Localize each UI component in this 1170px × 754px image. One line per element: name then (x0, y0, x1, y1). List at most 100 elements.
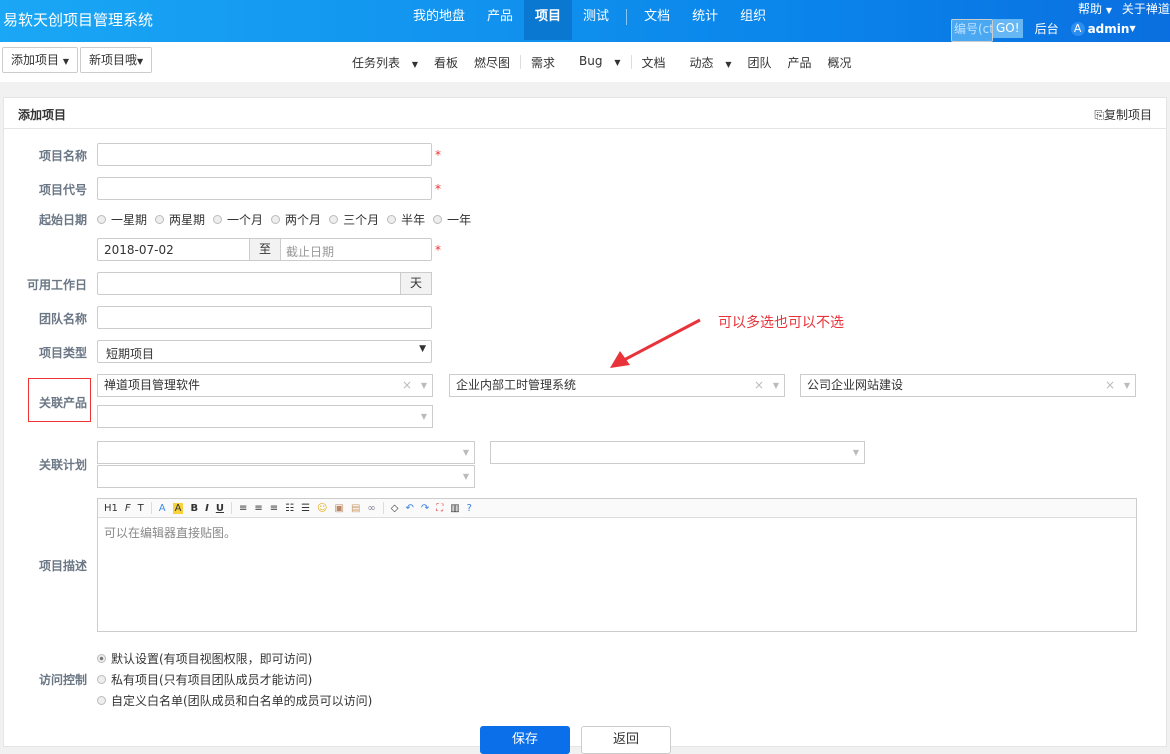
font-family-button[interactable]: F (125, 503, 131, 514)
crumb-add-project[interactable]: 添加项目 ▼ (2, 47, 78, 73)
plan-select-2[interactable]: ▼ (490, 441, 865, 464)
product-select-2[interactable]: 企业内部工时管理系统 × ▼ (449, 374, 785, 397)
label-code: 项目代号 (38, 183, 87, 197)
acl-private[interactable]: 私有项目(只有项目团队成员才能访问) (97, 671, 312, 688)
go-button[interactable]: GO! (993, 19, 1023, 38)
caret-icon: ▼ (1129, 24, 1136, 33)
acl-default[interactable]: 默认设置(有项目视图权限，即可访问) (97, 650, 312, 667)
brand: 易软天创项目管理系统 (3, 11, 154, 29)
end-date-input[interactable]: 截止日期 (286, 243, 334, 260)
align-left-icon[interactable]: ≡ (239, 503, 247, 514)
subnav-burn[interactable]: 燃尽图 (466, 54, 518, 71)
clear-icon[interactable]: × (1105, 375, 1115, 396)
clear-icon[interactable]: × (402, 375, 412, 396)
align-right-icon[interactable]: ≡ (270, 503, 278, 514)
fullscreen-icon[interactable]: ⛶ (436, 503, 443, 514)
align-center-icon[interactable]: ≡ (254, 503, 262, 514)
team-name-input[interactable] (97, 306, 432, 329)
nav-report[interactable]: 统计 (681, 0, 729, 40)
heading-button[interactable]: H1 (104, 503, 118, 514)
label-date: 起始日期 (38, 213, 87, 227)
label-days: 可用工作日 (26, 278, 87, 292)
sub-header: 添加项目 ▼ 新项目哦▼ 任务列表 ▼ 看板 燃尽图 需求 Bug ▼ 文档 动… (0, 42, 1170, 82)
ordered-list-icon[interactable]: ☷ (285, 503, 294, 514)
underline-button[interactable]: U (216, 503, 224, 514)
product-select-empty[interactable]: ▼ (97, 405, 433, 428)
required-mark: * (435, 148, 441, 162)
back-button[interactable]: 返回 (581, 726, 671, 754)
label-acl: 访问控制 (38, 673, 87, 687)
radio-1week[interactable]: 一星期 (97, 211, 147, 228)
help-icon[interactable]: ? (467, 503, 472, 514)
radio-1month[interactable]: 一个月 (213, 211, 263, 228)
label-team: 团队名称 (38, 312, 87, 326)
radio-halfyear[interactable]: 半年 (387, 211, 425, 228)
project-type-select[interactable]: 短期项目 ▼ (97, 340, 432, 363)
admin-link[interactable]: 后台 (1035, 20, 1059, 37)
clear-icon[interactable]: × (754, 375, 764, 396)
redo-icon[interactable]: ↷ (421, 503, 429, 514)
nav-company[interactable]: 组织 (729, 0, 777, 40)
image-icon[interactable]: ▣ (334, 503, 343, 514)
code-icon[interactable]: ▤ (351, 503, 360, 514)
annotation-arrow-icon (610, 318, 701, 368)
annotation-text: 可以多选也可以不选 (718, 315, 844, 331)
subnav-product[interactable]: 产品 (780, 54, 820, 71)
subnav-kanban[interactable]: 看板 (426, 54, 466, 71)
user-menu[interactable]: admin (1088, 22, 1130, 36)
link-icon[interactable]: ∞ (367, 503, 375, 514)
font-size-button[interactable]: T (138, 503, 144, 514)
avatar[interactable]: A (1070, 21, 1085, 36)
plan-select-1[interactable]: ▼ (97, 441, 475, 464)
main-nav: 我的地盘 产品 项目 测试 文档 统计 组织 (402, 0, 777, 42)
radio-1year[interactable]: 一年 (433, 211, 471, 228)
chevron-down-icon: ▼ (1123, 381, 1130, 390)
divider (626, 9, 628, 25)
workdays-input[interactable]: 天 (97, 272, 432, 295)
nav-qa[interactable]: 测试 (572, 0, 620, 40)
chevron-down-icon: ▼ (420, 381, 427, 390)
bold-button[interactable]: B (190, 503, 198, 514)
product-select-1[interactable]: 禅道项目管理软件 × ▼ (97, 374, 433, 397)
subnav-view[interactable]: 概况 (820, 54, 860, 71)
undo-icon[interactable]: ↶ (405, 503, 413, 514)
nav-product[interactable]: 产品 (476, 0, 524, 40)
label-name: 项目名称 (38, 149, 87, 163)
radio-3months[interactable]: 三个月 (329, 211, 379, 228)
subnav-dynamic[interactable]: 动态 ▼ (674, 54, 740, 71)
subnav-task[interactable]: 任务列表 ▼ (336, 54, 426, 71)
nav-doc[interactable]: 文档 (633, 0, 681, 40)
project-name-input[interactable] (97, 143, 432, 166)
radio-2months[interactable]: 两个月 (271, 211, 321, 228)
subnav-doc[interactable]: 文档 (634, 54, 674, 71)
unordered-list-icon[interactable]: ☰ (301, 503, 310, 514)
font-color-button[interactable]: A (159, 503, 166, 514)
required-mark: * (435, 182, 441, 196)
acl-custom[interactable]: 自定义白名单(团队成员和白名单的成员可以访问) (97, 692, 372, 709)
subnav-story[interactable]: 需求 (523, 54, 563, 71)
search-input[interactable]: 编号(ctrl+g) (951, 19, 993, 42)
description-editor[interactable]: H1 F T A A B I U ≡ ≡ ≡ ☷ ☰ ☺ ▣ ▤ ∞ ◇ ↶ ↷… (97, 498, 1137, 632)
italic-button[interactable]: I (205, 503, 209, 514)
save-button[interactable]: 保存 (480, 726, 570, 754)
emoticon-icon[interactable]: ☺ (317, 503, 327, 514)
label-plans: 关联计划 (38, 458, 87, 472)
product-select-3[interactable]: 公司企业网站建设 × ▼ (800, 374, 1136, 397)
highlight-button[interactable]: A (172, 502, 184, 514)
crumb-project-switch[interactable]: 新项目哦▼ (80, 47, 153, 73)
nav-project[interactable]: 项目 (524, 0, 573, 40)
nav-my[interactable]: 我的地盘 (402, 0, 476, 40)
plan-select-3[interactable]: ▼ (97, 465, 475, 488)
radio-2weeks[interactable]: 两星期 (155, 211, 205, 228)
about-link[interactable]: 关于禅道 (1122, 2, 1170, 16)
subnav-team[interactable]: 团队 (740, 54, 780, 71)
subnav-bug[interactable]: Bug ▼ (563, 54, 628, 71)
paste-icon[interactable]: ▥ (450, 503, 459, 514)
begin-date-input[interactable]: 2018-07-02 (104, 243, 174, 257)
help-menu[interactable]: 帮助 (1078, 2, 1102, 16)
eraser-icon[interactable]: ◇ (391, 503, 399, 514)
project-code-input[interactable] (97, 177, 432, 200)
copy-project-button[interactable]: ⎘复制项目 (1094, 106, 1152, 123)
dropdown-arrow-icon: ▼ (419, 344, 426, 354)
top-header: 易软天创项目管理系统 我的地盘 产品 项目 测试 文档 统计 组织 帮助 ▼ 关… (0, 0, 1170, 42)
